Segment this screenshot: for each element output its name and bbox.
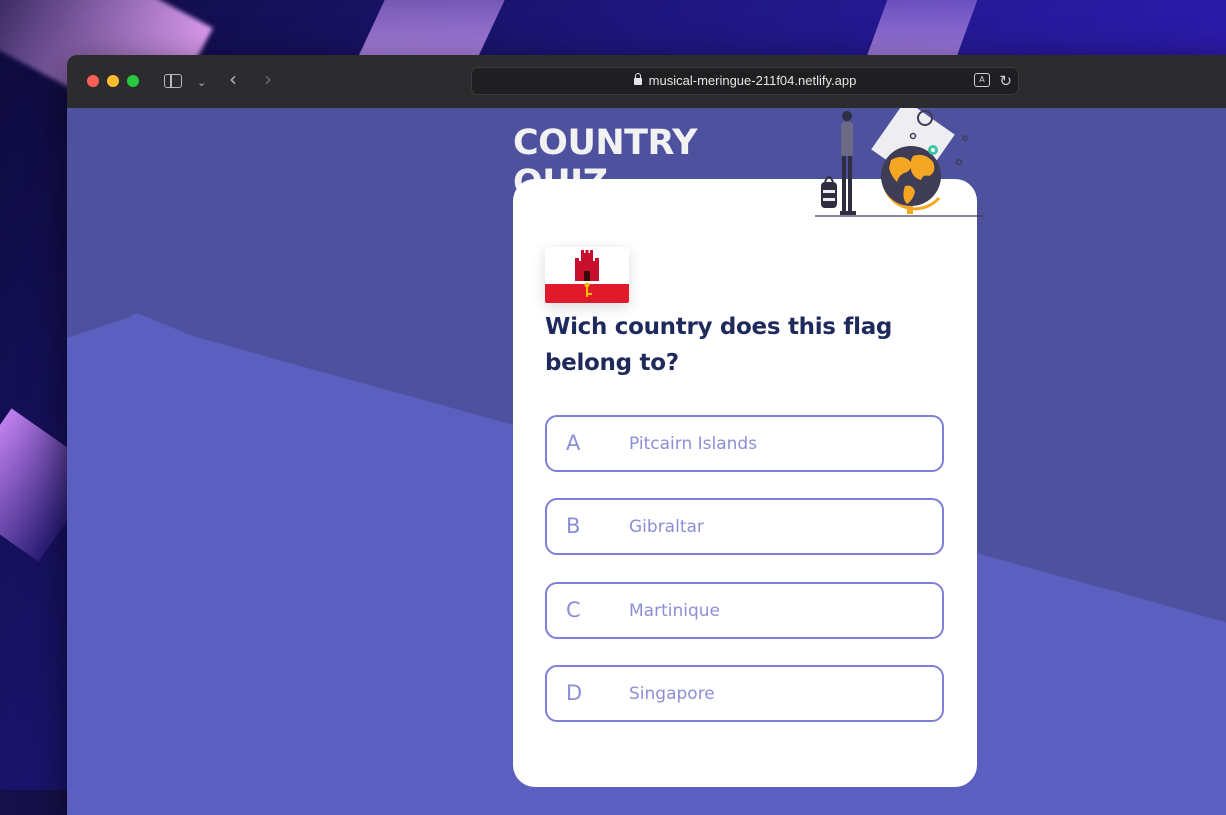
- option-a[interactable]: A Pitcairn Islands: [545, 415, 944, 472]
- minimize-window-button[interactable]: [107, 75, 119, 87]
- back-arrow-icon[interactable]: ‹: [229, 67, 237, 91]
- quiz-card: Wich country does this flag belong to? A…: [513, 179, 977, 787]
- option-label: Pitcairn Islands: [629, 434, 758, 454]
- option-b[interactable]: B Gibraltar: [545, 498, 944, 555]
- chevron-down-icon[interactable]: ⌄: [197, 71, 206, 95]
- reload-icon[interactable]: ↻: [999, 72, 1012, 90]
- browser-window: ⌄ ‹ › musical-meringue-211f04.netlify.ap…: [67, 55, 1226, 815]
- translate-icon[interactable]: A: [974, 73, 990, 87]
- person-figure: [842, 111, 852, 121]
- option-label: Singapore: [629, 684, 715, 704]
- page-viewport: COUNTRY QUIZ Wic: [67, 108, 1226, 815]
- castle-icon: [575, 250, 599, 297]
- backpack-icon: [821, 182, 837, 208]
- zoom-window-button[interactable]: [127, 75, 139, 87]
- option-letter: C: [566, 598, 581, 622]
- option-letter: D: [566, 681, 583, 705]
- traveler-globe-illustration: [815, 108, 983, 217]
- sidebar-toggle-icon[interactable]: [164, 74, 182, 88]
- browser-toolbar: ⌄ ‹ › musical-meringue-211f04.netlify.ap…: [67, 55, 1226, 109]
- flag-image: [545, 247, 629, 303]
- option-d[interactable]: D Singapore: [545, 665, 944, 722]
- question-text: Wich country does this flag belong to?: [545, 314, 893, 376]
- forward-arrow-icon[interactable]: ›: [264, 67, 272, 91]
- url-text: musical-meringue-211f04.netlify.app: [648, 73, 857, 88]
- option-letter: A: [566, 431, 581, 455]
- option-c[interactable]: C Martinique: [545, 582, 944, 639]
- close-window-button[interactable]: [87, 75, 99, 87]
- option-letter: B: [566, 514, 581, 538]
- option-label: Gibraltar: [629, 517, 704, 537]
- lock-icon: [633, 73, 642, 85]
- url-display: musical-meringue-211f04.netlify.app: [472, 73, 1018, 88]
- option-label: Martinique: [629, 601, 720, 621]
- address-bar[interactable]: musical-meringue-211f04.netlify.app A ↻: [471, 67, 1019, 95]
